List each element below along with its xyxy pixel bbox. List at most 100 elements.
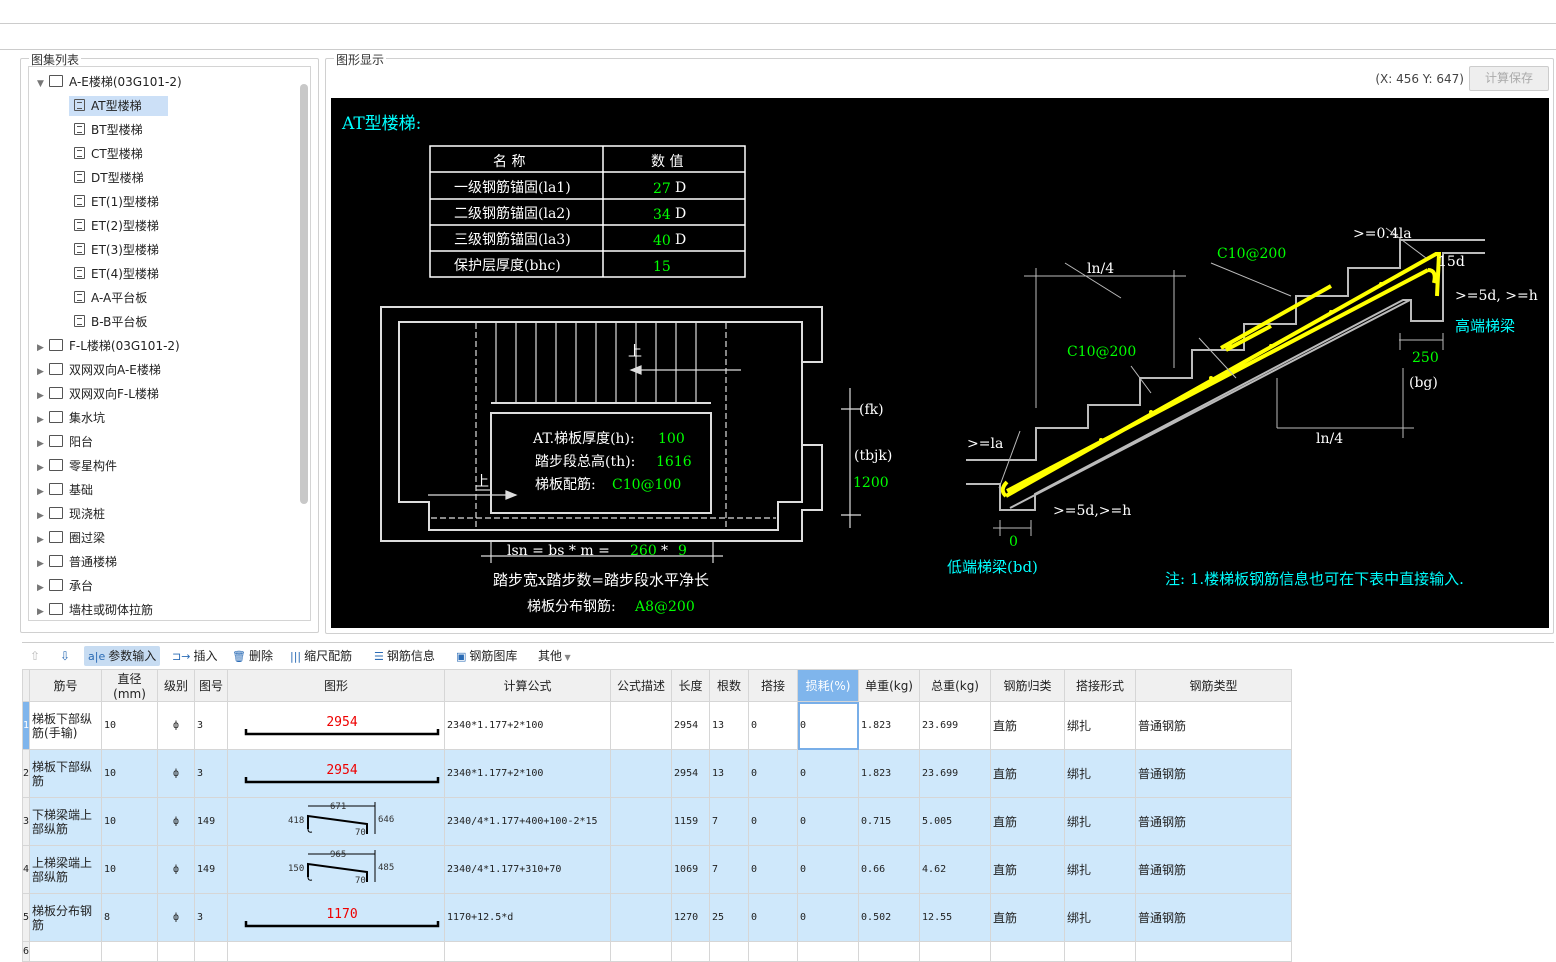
tree-item[interactable]: BT型楼梯 [69,120,169,140]
column-header[interactable]: 图号 [194,669,229,702]
rebar-library-button[interactable]: ▣ 钢筋图库 [452,646,521,666]
cell-cls[interactable]: 直筋 [990,797,1066,846]
column-header[interactable]: 总重(kg) [919,669,992,702]
cell-length[interactable]: 2954 [671,701,711,750]
cell-length[interactable]: 2954 [671,749,711,798]
caret-right-icon[interactable]: ▶ [37,458,49,478]
tree-item[interactable]: CT型楼梯 [69,144,169,164]
table-row[interactable]: 2 梯板下部纵筋 10 ф 3 2954 2340*1.177+2*100 2954 13 0 0 1… [21,749,1293,798]
tree-item[interactable]: ET(3)型楼梯 [69,240,185,260]
cell-grade[interactable]: ф [157,893,196,942]
empty-cell[interactable] [101,941,159,962]
cell-d[interactable]: 10 [101,749,159,798]
caret-right-icon[interactable]: ▶ [37,362,49,382]
param-value[interactable]: 15 [653,259,671,275]
cell-d[interactable]: 10 [101,797,159,846]
cell-desc[interactable] [610,893,673,942]
tree-folder[interactable]: ▶ 现浇桩 [37,504,105,524]
empty-cell[interactable] [797,941,860,962]
empty-cell[interactable] [610,941,673,962]
cell-lapform[interactable]: 绑扎 [1064,749,1137,798]
tree-folder[interactable]: ▶ 阳台 [37,432,93,452]
param-value[interactable]: 40 [653,233,671,249]
cell-unit[interactable]: 0.715 [858,797,921,846]
cell-unit[interactable]: 0.66 [858,845,921,894]
empty-cell[interactable] [194,941,229,962]
cell-shape[interactable]: 2954 [227,701,446,750]
caret-right-icon[interactable]: ▶ [37,434,49,454]
column-header[interactable]: 单重(kg) [858,669,921,702]
row-number[interactable]: 5 [21,893,31,942]
cell-loss[interactable]: 0 [797,701,860,750]
cell-type[interactable]: 普通钢筋 [1135,797,1293,846]
cell-d[interactable]: 10 [101,701,159,750]
caret-right-icon[interactable]: ▶ [37,338,49,358]
column-header[interactable]: 搭接 [748,669,799,702]
column-header[interactable]: 图形 [227,669,446,702]
row-number[interactable]: 3 [21,797,31,846]
tree-folder[interactable]: ▶ 墙柱或砌体拉筋 [37,600,153,620]
column-header[interactable]: 公式描述 [610,669,673,702]
cell-fig[interactable]: 3 [194,749,229,798]
column-header[interactable]: 钢筋归类 [990,669,1066,702]
column-header[interactable]: 钢筋类型 [1135,669,1293,702]
cell-d[interactable]: 8 [101,893,159,942]
caret-right-icon[interactable]: ▶ [37,602,49,622]
cell-total[interactable]: 12.55 [919,893,992,942]
empty-cell[interactable] [709,941,750,962]
cell-desc[interactable] [610,749,673,798]
cell-formula[interactable]: 2340*1.177+2*100 [444,749,612,798]
cell-formula[interactable]: 2340/4*1.177+400+100-2*15 [444,797,612,846]
tree-folder[interactable]: ▼ A-E楼梯(03G101-2) [37,72,182,92]
empty-cell[interactable] [157,941,196,962]
cell-name[interactable]: 梯板下部纵筋(手输) [29,701,103,750]
move-up-icon[interactable]: ⇧ [26,646,44,666]
tree-folder[interactable]: ▶ 普通楼梯 [37,552,117,572]
rebar-info-button[interactable]: ☰ 钢筋信息 [370,646,439,666]
caret-down-icon[interactable]: ▼ [37,74,49,94]
cell-unit[interactable]: 1.823 [858,701,921,750]
cell-formula[interactable]: 1170+12.5*d [444,893,612,942]
scale-rebar-button[interactable]: ||| 缩尺配筋 [286,646,356,666]
cell-lapform[interactable]: 绑扎 [1064,797,1137,846]
tree-item[interactable]: DT型楼梯 [69,168,170,188]
empty-cell[interactable] [748,941,799,962]
tree-item[interactable]: AT型楼梯 [69,96,168,116]
cell-type[interactable]: 普通钢筋 [1135,893,1293,942]
empty-cell[interactable] [1135,941,1293,962]
empty-cell[interactable] [671,941,711,962]
cell-shape[interactable]: 671 418 646 70 [227,797,446,846]
atlas-tree[interactable]: ▼ A-E楼梯(03G101-2) AT型楼梯 BT型楼梯 CT型楼梯 DT型楼梯 ET(1… [28,66,311,621]
cell-count[interactable]: 25 [709,893,750,942]
cell-type[interactable]: 普通钢筋 [1135,845,1293,894]
tree-scrollbar[interactable] [300,84,308,504]
cell-count[interactable]: 13 [709,701,750,750]
cell-fig[interactable]: 3 [194,893,229,942]
cell-fig[interactable]: 149 [194,845,229,894]
empty-cell[interactable] [29,941,103,962]
cell-lapform[interactable]: 绑扎 [1064,845,1137,894]
tree-folder[interactable]: ▶ 集水坑 [37,408,105,428]
empty-cell[interactable] [227,941,446,962]
table-row[interactable]: 3 下梯梁端上部纵筋 10 ф 149 671 418 646 70 2340/4*1.177+4… [21,797,1293,846]
cell-lap[interactable]: 0 [748,701,799,750]
tree-folder[interactable]: ▶ 基础 [37,480,93,500]
cell-count[interactable]: 7 [709,797,750,846]
cell-count[interactable]: 7 [709,845,750,894]
tree-folder[interactable]: ▶ 零星构件 [37,456,117,476]
tree-folder[interactable]: ▶ 承台 [37,576,93,596]
cell-grade[interactable]: ф [157,797,196,846]
caret-right-icon[interactable]: ▶ [37,386,49,406]
param-value[interactable]: 27 [653,181,671,197]
cell-lap[interactable]: 0 [748,845,799,894]
cell-loss[interactable]: 0 [797,749,860,798]
column-header[interactable]: 直径(mm) [101,669,159,702]
tree-item[interactable]: B-B平台板 [69,312,173,332]
cell-shape[interactable]: 2954 [227,749,446,798]
table-row-empty[interactable]: 6 [21,941,1293,962]
cell-loss[interactable]: 0 [797,797,860,846]
insert-button[interactable]: ⊐→ 插入 [168,646,221,666]
delete-button[interactable]: 🗑 删除 [228,646,277,666]
param-input-button[interactable]: a|e 参数输入 [84,646,161,666]
move-down-icon[interactable]: ⇩ [56,646,74,666]
